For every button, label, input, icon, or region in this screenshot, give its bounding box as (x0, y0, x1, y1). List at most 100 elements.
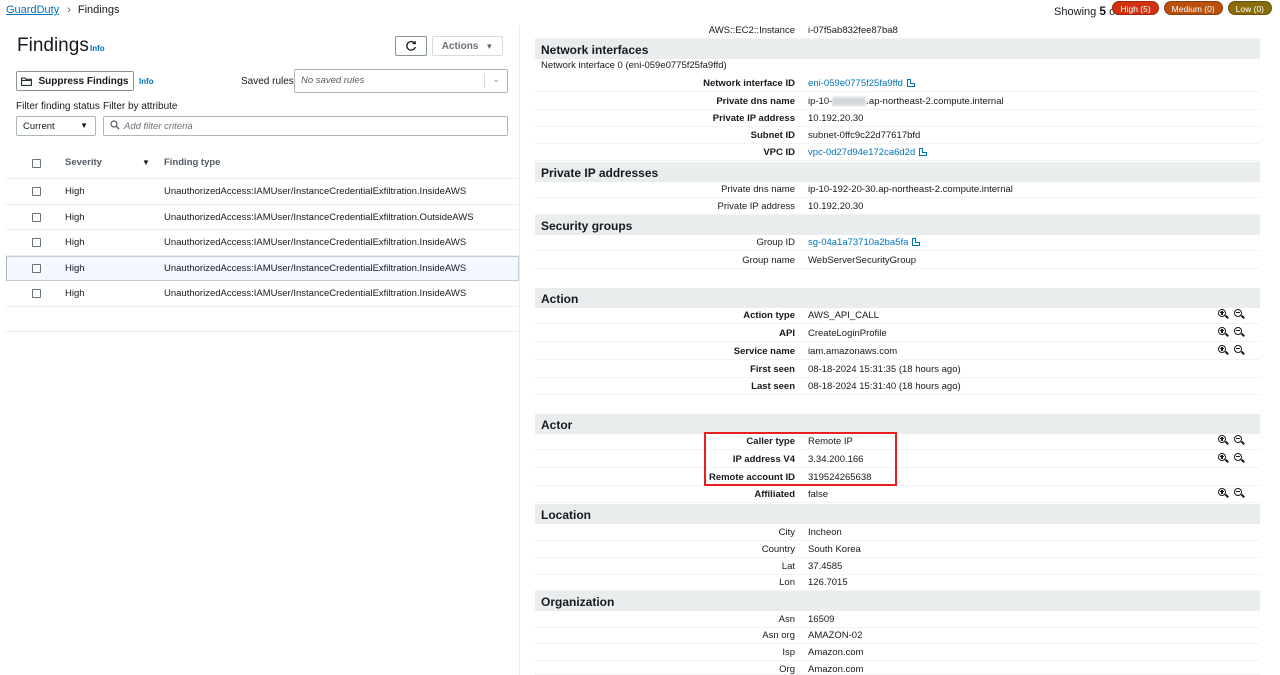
row-severity: High (65, 288, 85, 299)
external-link-icon[interactable] (919, 148, 928, 156)
dns-suffix: .ap-northeast-2.compute.internal (866, 96, 1004, 107)
search-icon (110, 120, 120, 133)
suppress-label: Suppress Findings (38, 75, 129, 87)
section-title: Organization (541, 595, 615, 609)
detail-key: VPC ID (763, 147, 795, 158)
zoom-out-icon[interactable] (1234, 327, 1245, 338)
badge-medium[interactable]: Medium (0) (1163, 1, 1223, 15)
detail-key: Network interface ID (703, 78, 795, 89)
security-group-link[interactable]: sg-04a1a73710a2ba5fa (808, 237, 921, 248)
suppress-info-link[interactable]: Info (139, 77, 154, 86)
detail-value: WebServerSecurityGroup (808, 255, 917, 266)
detail-key: Lon (779, 577, 795, 588)
detail-row-subnet-id: Subnet ID subnet-0ffc9c22d77617bfd (535, 127, 1260, 144)
zoom-out-icon[interactable] (1234, 435, 1245, 446)
row-finding-type[interactable]: UnauthorizedAccess:IAMUser/InstanceCrede… (164, 186, 466, 197)
section-private-ip-addresses: Private IP addresses (535, 162, 1260, 182)
section-title: Location (541, 508, 591, 522)
external-link-icon[interactable] (906, 79, 915, 87)
detail-value: i-07f5ab832fee87ba8 (808, 25, 898, 36)
zoom-out-icon[interactable] (1234, 345, 1245, 356)
select-all-checkbox[interactable] (32, 159, 41, 168)
detail-value[interactable]: vpc-0d27d94e172ca6d2d (808, 147, 915, 158)
badge-low[interactable]: Low (0) (1227, 1, 1272, 15)
detail-value: false (808, 489, 829, 500)
detail-value: Incheon (808, 527, 842, 538)
network-interface-link[interactable]: eni-059e0775f25fa9ffd (808, 78, 915, 89)
zoom-in-icon[interactable] (1218, 327, 1229, 338)
detail-key: Private dns name (721, 184, 795, 195)
row-checkbox[interactable] (32, 212, 41, 222)
detail-value: subnet-0ffc9c22d77617bfd (808, 130, 921, 141)
detail-row-private-dns-name: Private dns name ip-10-192-20-30.ap-nort… (535, 181, 1260, 198)
network-interface-subtitle: Network interface 0 (eni-059e0775f25fa9f… (541, 60, 727, 71)
table-row[interactable]: High UnauthorizedAccess:IAMUser/Instance… (6, 179, 519, 205)
filter-zoom-controls (1218, 327, 1245, 338)
breadcrumb-guardduty-link[interactable]: GuardDuty (6, 4, 59, 16)
row-severity: High (65, 186, 85, 197)
detail-key: Subnet ID (750, 130, 795, 141)
vpc-link[interactable]: vpc-0d27d94e172ca6d2d (808, 147, 928, 158)
select-divider (484, 74, 485, 88)
table-row[interactable]: High UnauthorizedAccess:IAMUser/Instance… (6, 230, 519, 256)
detail-row-lon: Lon 126.7015 (535, 574, 1260, 591)
detail-key: Last seen (751, 381, 795, 392)
row-finding-type[interactable]: UnauthorizedAccess:IAMUser/InstanceCrede… (164, 212, 474, 223)
column-finding-type[interactable]: Finding type (164, 157, 220, 168)
detail-value: 126.7015 (808, 577, 848, 588)
zoom-in-icon[interactable] (1218, 453, 1229, 464)
section-title: Network interfaces (541, 43, 649, 57)
detail-row-vpc-id: VPC ID vpc-0d27d94e172ca6d2d (535, 144, 1260, 161)
sort-desc-icon[interactable]: ▼ (142, 158, 150, 167)
section-title: Action (541, 292, 579, 306)
detail-value[interactable]: eni-059e0775f25fa9ffd (808, 78, 903, 89)
refresh-button[interactable] (395, 36, 427, 56)
caret-down-icon: ▼ (485, 41, 494, 51)
top-bar: GuardDuty › Findings Showing 5 of 5 High… (0, 0, 1280, 18)
table-row[interactable]: High UnauthorizedAccess:IAMUser/Instance… (6, 205, 519, 230)
column-severity[interactable]: Severity (65, 157, 102, 168)
detail-row-caller-type: Caller type Remote IP (535, 433, 1260, 450)
table-row-selected[interactable]: High UnauthorizedAccess:IAMUser/Instance… (6, 255, 519, 281)
badge-high[interactable]: High (5) (1112, 1, 1159, 15)
detail-row-asn-org: Asn org AMAZON-02 (535, 627, 1260, 644)
actions-button[interactable]: Actions ▼ (432, 36, 503, 56)
zoom-in-icon[interactable] (1218, 488, 1229, 499)
detail-value: CreateLoginProfile (808, 328, 887, 339)
suppress-findings-button[interactable]: Suppress Findings (16, 71, 134, 91)
filter-status-label: Filter finding status (16, 101, 100, 112)
zoom-out-icon[interactable] (1234, 453, 1245, 464)
zoom-in-icon[interactable] (1218, 309, 1229, 320)
detail-row-lat: Lat 37.4585 (535, 558, 1260, 575)
row-checkbox[interactable] (32, 187, 41, 196)
zoom-in-icon[interactable] (1218, 345, 1229, 356)
zoom-in-icon[interactable] (1218, 435, 1229, 446)
detail-key: Private dns name (716, 96, 795, 107)
title-info-link[interactable]: Info (90, 44, 105, 53)
detail-value: iam.amazonaws.com (808, 346, 898, 357)
detail-value[interactable]: sg-04a1a73710a2ba5fa (808, 237, 908, 248)
detail-key: Affiliated (754, 489, 795, 500)
detail-row-asn: Asn 16509 (535, 611, 1260, 628)
detail-value: Amazon.com (808, 664, 864, 675)
table-row[interactable]: High UnauthorizedAccess:IAMUser/Instance… (6, 281, 519, 307)
zoom-out-icon[interactable] (1234, 309, 1245, 320)
finding-status-select[interactable]: Current ▼ (16, 116, 96, 136)
findings-panel: Findings Info Actions ▼ Suppress Finding… (6, 26, 519, 675)
section-location: Location (535, 504, 1260, 524)
saved-rules-placeholder: No saved rules (301, 75, 365, 86)
row-checkbox[interactable] (32, 263, 41, 273)
external-link-icon[interactable] (912, 238, 921, 246)
detail-value: 08-18-2024 15:31:35 (18 hours ago) (808, 364, 961, 375)
detail-value: 16509 (808, 614, 835, 625)
zoom-out-icon[interactable] (1234, 488, 1245, 499)
detail-key: City (778, 527, 795, 538)
row-finding-type[interactable]: UnauthorizedAccess:IAMUser/InstanceCrede… (164, 263, 466, 274)
row-checkbox[interactable] (32, 238, 41, 247)
row-checkbox[interactable] (32, 289, 41, 298)
row-finding-type[interactable]: UnauthorizedAccess:IAMUser/InstanceCrede… (164, 288, 466, 299)
filter-criteria-input[interactable]: Add filter criteria (103, 116, 508, 136)
saved-rules-select[interactable]: No saved rules ⌄ (294, 69, 508, 93)
row-finding-type[interactable]: UnauthorizedAccess:IAMUser/InstanceCrede… (164, 237, 466, 248)
filter-zoom-controls (1218, 345, 1245, 356)
